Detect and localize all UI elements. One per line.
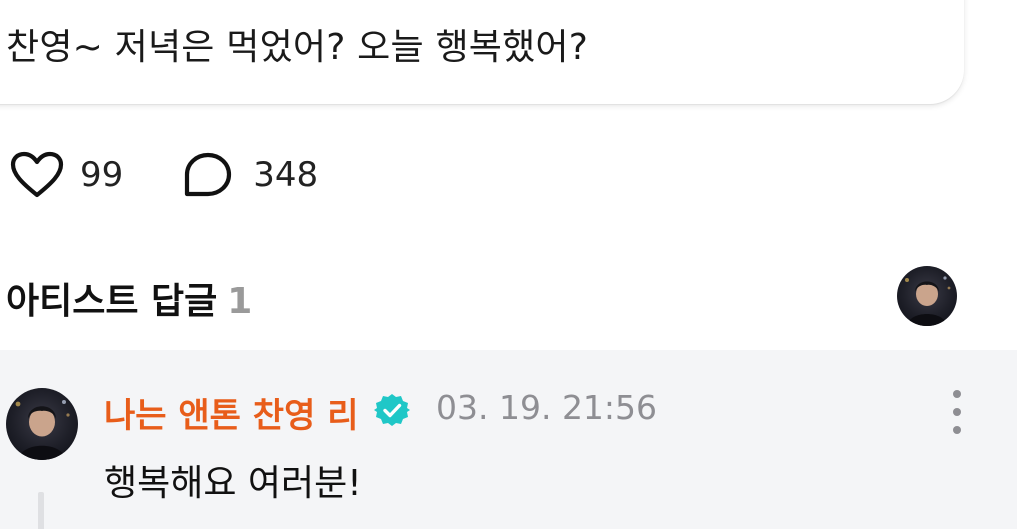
speech-bubble-icon: [185, 152, 232, 197]
reaction-bar: 99 348: [10, 150, 318, 200]
artist-replies-header: 아티스트 답글 1: [6, 272, 252, 324]
likes-count: 99: [80, 155, 124, 195]
comments-count: 348: [253, 155, 319, 195]
more-options-button[interactable]: [942, 390, 972, 434]
artist-replies-count: 1: [227, 281, 253, 322]
thread-line: [38, 492, 44, 529]
like-button[interactable]: 99: [10, 151, 123, 199]
reply-text: 행복해요 여러분!: [104, 463, 362, 504]
heart-icon: [10, 151, 64, 198]
post-card[interactable]: 찬영~ 저녁은 먹었어? 오늘 행복했어?: [0, 0, 964, 104]
more-vertical-icon: [953, 390, 961, 398]
reply-author-name[interactable]: 나는 앤톤 찬영 리: [104, 388, 358, 437]
artist-avatar[interactable]: [897, 266, 957, 326]
artist-replies-title: 아티스트 답글: [6, 281, 218, 322]
reply-author-avatar[interactable]: [6, 388, 78, 460]
reply-timestamp: 03. 19. 21:56: [436, 388, 658, 427]
verified-badge-icon: [374, 394, 410, 426]
post-detail-page: 찬영~ 저녁은 먹었어? 오늘 행복했어? 99 348 아티스트 답글 1 나…: [0, 0, 1017, 529]
post-text: 찬영~ 저녁은 먹었어? 오늘 행복했어?: [6, 27, 589, 68]
comment-button[interactable]: 348: [183, 151, 318, 199]
artist-reply-item: 나는 앤톤 찬영 리 03. 19. 21:56 행복해요 여러분!: [0, 350, 1017, 529]
